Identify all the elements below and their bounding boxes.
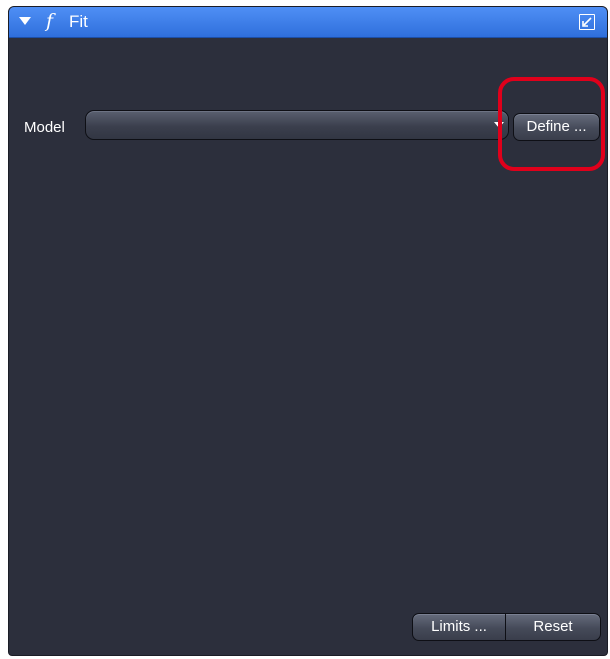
panel-header[interactable]: f Fit — [9, 7, 607, 38]
fit-panel: f Fit Model Define ... Limits ... Reset — [8, 6, 608, 656]
limits-button[interactable]: Limits ... — [412, 613, 506, 641]
reset-button[interactable]: Reset — [505, 613, 601, 641]
model-label: Model — [24, 119, 65, 136]
panel-title: Fit — [69, 12, 88, 31]
define-button[interactable]: Define ... — [513, 113, 600, 141]
function-icon: f — [46, 10, 54, 32]
undock-icon[interactable] — [579, 14, 595, 30]
chevron-down-icon[interactable] — [494, 122, 504, 128]
model-select[interactable] — [85, 110, 509, 140]
collapse-arrow-icon[interactable] — [19, 17, 31, 25]
